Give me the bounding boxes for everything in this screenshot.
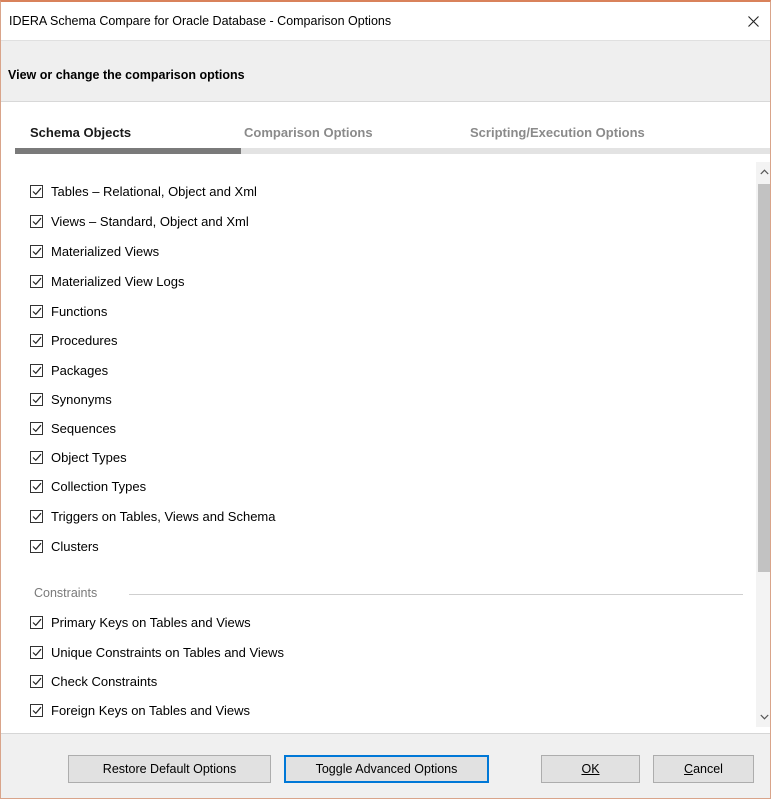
ok-button[interactable]: OK (541, 755, 640, 783)
checkbox-views[interactable]: Views – Standard, Object and Xml (30, 211, 249, 231)
toggle-advanced-options-label: Toggle Advanced Options (315, 762, 458, 776)
checkmark-icon (32, 512, 41, 520)
checkmark-icon (32, 247, 41, 255)
checkbox-clusters[interactable]: Clusters (30, 536, 99, 556)
scroll-up-button[interactable] (756, 164, 770, 180)
checkbox-box[interactable] (30, 392, 43, 406)
checkbox-box[interactable] (30, 450, 43, 464)
checkbox-label: Functions (51, 303, 108, 319)
checkbox-label: Collection Types (51, 478, 147, 494)
constraints-divider (129, 594, 743, 595)
checkbox-label: Views – Standard, Object and Xml (51, 213, 249, 229)
close-icon (747, 15, 759, 27)
title-bar: IDERA Schema Compare for Oracle Database… (1, 2, 770, 40)
header-text: View or change the comparison options (8, 68, 245, 82)
checkbox-materialized-views[interactable]: Materialized Views (30, 241, 159, 261)
checkbox-box[interactable] (30, 479, 43, 493)
checkmark-icon (32, 424, 41, 432)
checkbox-box[interactable] (30, 214, 43, 228)
checkbox-synonyms[interactable]: Synonyms (30, 389, 112, 409)
checkmark-icon (32, 618, 41, 626)
checkbox-label: Materialized Views (51, 243, 160, 259)
checkbox-label: Clusters (51, 538, 99, 554)
checkbox-box[interactable] (30, 703, 43, 717)
checkmark-icon (32, 187, 41, 195)
checkbox-label: Sequences (51, 420, 117, 436)
checkbox-box[interactable] (30, 304, 43, 318)
toggle-advanced-options-button[interactable]: Toggle Advanced Options (284, 755, 489, 783)
checkbox-box[interactable] (30, 645, 43, 659)
checkmark-icon (32, 217, 41, 225)
checkbox-box[interactable] (30, 363, 43, 377)
checkbox-tables[interactable]: Tables – Relational, Object and Xml (30, 181, 257, 201)
checkbox-box[interactable] (30, 333, 43, 347)
checkmark-icon (32, 648, 41, 656)
checkbox-label: Unique Constraints on Tables and Views (51, 644, 284, 660)
checkmark-icon (32, 482, 41, 490)
chevron-up-icon (759, 169, 769, 175)
checkbox-label: Materialized View Logs (51, 273, 185, 289)
checkbox-box[interactable] (30, 184, 43, 198)
scroll-thumb[interactable] (758, 184, 770, 572)
checkbox-label: Tables – Relational, Object and Xml (51, 183, 257, 199)
checkbox-box[interactable] (30, 615, 43, 629)
tab-scripting-execution-options[interactable]: Scripting/Execution Options (470, 125, 645, 140)
checkmark-icon (32, 366, 41, 374)
checkbox-label: Object Types (51, 449, 127, 465)
checkbox-sequences[interactable]: Sequences (30, 418, 116, 438)
checkbox-procedures[interactable]: Procedures (30, 330, 117, 350)
restore-defaults-button[interactable]: Restore Default Options (68, 755, 271, 783)
cancel-button[interactable]: Cancel (653, 755, 754, 783)
checkbox-box[interactable] (30, 421, 43, 435)
checkbox-box[interactable] (30, 274, 43, 288)
checkbox-box[interactable] (30, 539, 43, 553)
checkbox-box[interactable] (30, 244, 43, 258)
cancel-label: Cancel (684, 762, 723, 776)
window-title: IDERA Schema Compare for Oracle Database… (9, 14, 392, 28)
checkbox-label: Packages (51, 362, 109, 378)
checkbox-label: Procedures (51, 332, 118, 348)
checkbox-label: Synonyms (51, 391, 112, 407)
checkbox-check-constraints[interactable]: Check Constraints (30, 671, 157, 691)
checkbox-packages[interactable]: Packages (30, 360, 108, 380)
tab-comparison-options[interactable]: Comparison Options (244, 125, 373, 140)
checkbox-label: Foreign Keys on Tables and Views (51, 702, 250, 718)
checkbox-label: Primary Keys on Tables and Views (51, 614, 251, 630)
restore-defaults-label: Restore Default Options (102, 762, 237, 776)
checkmark-icon (32, 277, 41, 285)
checkbox-collection-types[interactable]: Collection Types (30, 476, 146, 496)
checkbox-box[interactable] (30, 674, 43, 688)
button-bar: Restore Default Options Toggle Advanced … (1, 733, 770, 798)
checkbox-box[interactable] (30, 509, 43, 523)
checkmark-icon (32, 307, 41, 315)
constraints-group-label: Constraints (34, 586, 98, 600)
checkmark-icon (32, 677, 41, 685)
checkbox-foreign-keys[interactable]: Foreign Keys on Tables and Views (30, 700, 250, 720)
checkmark-icon (32, 542, 41, 550)
checkbox-triggers[interactable]: Triggers on Tables, Views and Schema (30, 506, 276, 526)
ok-label: OK (581, 762, 600, 776)
checkmark-icon (32, 453, 41, 461)
checkbox-label: Triggers on Tables, Views and Schema (51, 508, 276, 524)
checkbox-label: Check Constraints (51, 673, 158, 689)
close-button[interactable] (736, 2, 770, 40)
schema-objects-list: Tables – Relational, Object and Xml View… (1, 162, 753, 727)
tab-bar: Schema Objects Comparison Options Script… (15, 103, 770, 155)
checkbox-functions[interactable]: Functions (30, 301, 107, 321)
checkmark-icon (32, 706, 41, 714)
checkmark-icon (32, 336, 41, 344)
tab-schema-objects[interactable]: Schema Objects (30, 125, 131, 140)
scroll-down-button[interactable] (756, 709, 770, 725)
checkbox-primary-keys[interactable]: Primary Keys on Tables and Views (30, 612, 251, 632)
active-tab-indicator (15, 148, 241, 154)
chevron-down-icon (759, 714, 769, 720)
header-band: View or change the comparison options (1, 40, 770, 102)
checkbox-materialized-view-logs[interactable]: Materialized View Logs (30, 271, 184, 291)
comparison-options-dialog: IDERA Schema Compare for Oracle Database… (0, 0, 771, 799)
checkbox-object-types[interactable]: Object Types (30, 447, 127, 467)
checkmark-icon (32, 395, 41, 403)
checkbox-unique-constraints[interactable]: Unique Constraints on Tables and Views (30, 642, 284, 662)
vertical-scrollbar[interactable] (756, 162, 770, 727)
